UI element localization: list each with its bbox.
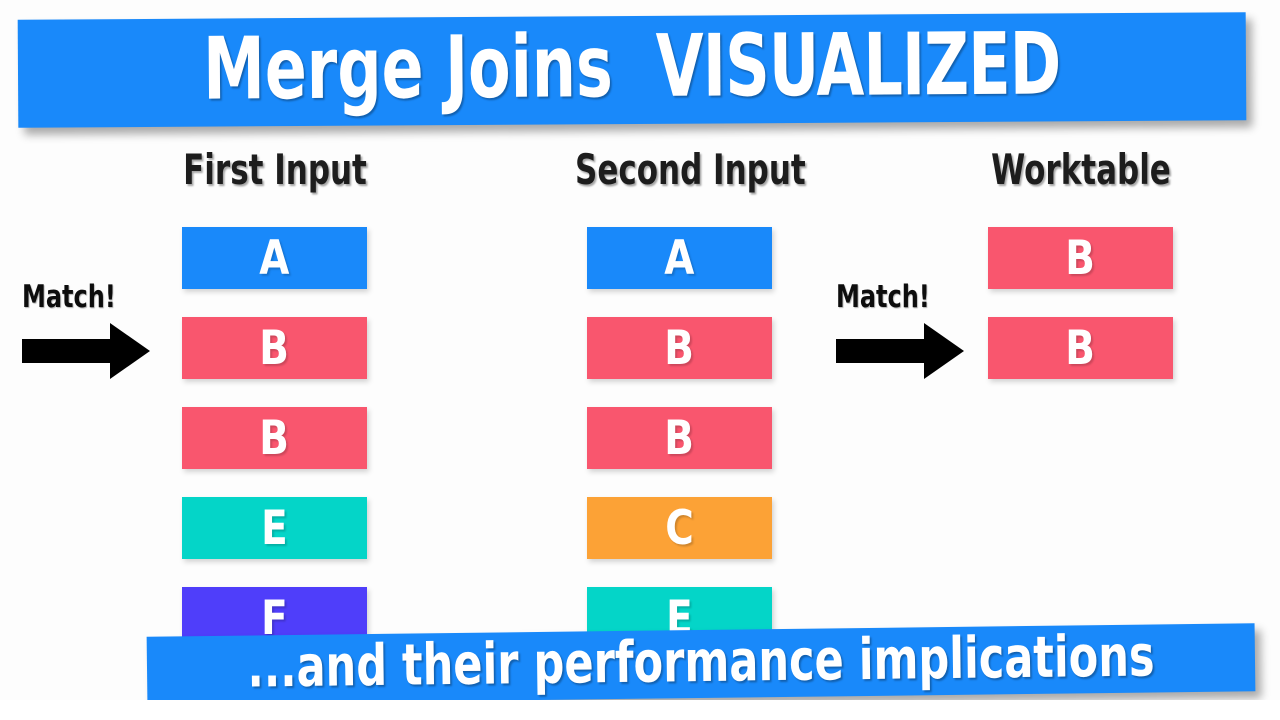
- right-arrow-icon: [836, 323, 964, 379]
- column-second-input: A B B C E: [587, 227, 772, 677]
- column-worktable: B B: [988, 227, 1173, 407]
- block-worktable-1: B: [988, 227, 1173, 289]
- block-worktable-2: B: [988, 317, 1173, 379]
- block-label: A: [664, 230, 695, 286]
- block-second-input-1: A: [587, 227, 772, 289]
- match-label: Match!: [22, 279, 116, 315]
- block-label: A: [259, 230, 290, 286]
- block-second-input-3: B: [587, 407, 772, 469]
- right-arrow-icon: [22, 323, 150, 379]
- block-label: B: [1065, 320, 1096, 376]
- block-second-input-4: C: [587, 497, 772, 559]
- block-label: E: [261, 500, 288, 556]
- column-header-first-input: First Input: [183, 145, 367, 194]
- bottom-edge-mask: [0, 700, 1280, 720]
- subtitle-banner-text: ...and their performance implications: [246, 623, 1155, 701]
- block-first-input-4: E: [182, 497, 367, 559]
- title-main: Merge Joins: [203, 17, 614, 120]
- match-annotation-left: Match!: [22, 282, 150, 379]
- title-banner: Merge Joins VISUALIZED: [17, 12, 1247, 128]
- column-header-worktable: Worktable: [991, 145, 1171, 194]
- match-label: Match!: [836, 279, 930, 315]
- block-label: B: [259, 320, 290, 376]
- column-first-input: A B B E F: [182, 227, 367, 677]
- block-label: C: [665, 500, 694, 556]
- match-annotation-right: Match!: [836, 282, 964, 379]
- block-first-input-3: B: [182, 407, 367, 469]
- title-emphasis: VISUALIZED: [655, 14, 1061, 117]
- block-label: B: [259, 410, 290, 466]
- block-second-input-2: B: [587, 317, 772, 379]
- subtitle-banner: ...and their performance implications: [146, 623, 1256, 705]
- block-label: B: [664, 320, 695, 376]
- block-label: B: [1065, 230, 1096, 286]
- title-banner-text: Merge Joins VISUALIZED: [203, 14, 1061, 119]
- block-first-input-2: B: [182, 317, 367, 379]
- block-label: B: [664, 410, 695, 466]
- block-first-input-1: A: [182, 227, 367, 289]
- column-header-second-input: Second Input: [575, 145, 806, 194]
